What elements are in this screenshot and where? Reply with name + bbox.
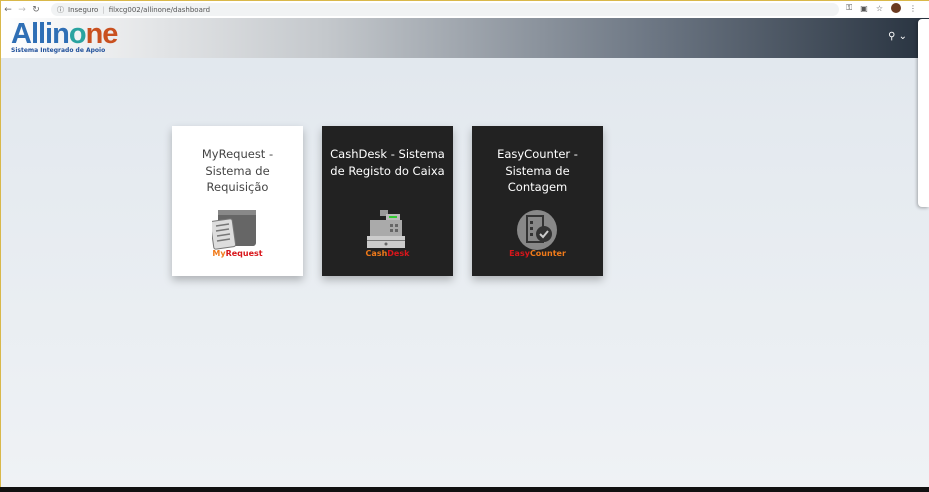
- card-easycounter[interactable]: EasyCounter - Sistema de Contagem EasyCo…: [472, 126, 603, 276]
- logo-subtitle: Sistema Integrado de Apoio: [11, 47, 106, 54]
- logo-text-3: ne: [85, 18, 119, 50]
- menu-icon[interactable]: ⋮: [909, 4, 917, 13]
- browser-toolbar: ← → ↻ ⓘ Inseguro | filxcg002/allinone/da…: [1, 1, 929, 18]
- cashdesk-logo: CashDesk: [365, 249, 410, 258]
- forward-icon[interactable]: →: [15, 5, 29, 15]
- reload-icon[interactable]: ↻: [29, 5, 43, 15]
- user-menu-button[interactable]: ⚲ ⌄: [888, 31, 907, 42]
- card-cashdesk[interactable]: CashDesk - Sistema de Registo do Caixa C…: [322, 126, 453, 276]
- security-label: Inseguro: [68, 5, 99, 14]
- info-icon[interactable]: ⓘ: [57, 5, 64, 15]
- chevron-down-icon: ⌄: [898, 31, 907, 42]
- app-header: Allinone Sistema Integrado de Apoio ⚲ ⌄: [1, 18, 929, 58]
- myrequest-logo: MyRequest: [212, 249, 263, 258]
- easycounter-logo: EasyCounter: [509, 249, 566, 258]
- key-icon[interactable]: ⚿: [846, 3, 852, 13]
- divider: |: [102, 5, 105, 14]
- star-icon[interactable]: ☆: [876, 4, 883, 13]
- app-logo[interactable]: Allinone Sistema Integrado de Apoio: [11, 18, 119, 54]
- card-title: EasyCounter - Sistema de Contagem: [497, 147, 578, 194]
- user-icon: ⚲: [888, 31, 896, 42]
- url-text[interactable]: filxcg002/allinone/dashboard: [109, 6, 210, 14]
- browser-window: ← → ↻ ⓘ Inseguro | filxcg002/allinone/da…: [0, 0, 929, 487]
- translate-icon[interactable]: ▣: [860, 4, 868, 13]
- card-title: MyRequest - Sistema de Requisição: [201, 147, 274, 194]
- card-myrequest[interactable]: MyRequest - Sistema de Requisição MyRequ…: [172, 126, 303, 276]
- profile-avatar[interactable]: [891, 3, 901, 13]
- dashboard: MyRequest - Sistema de Requisição MyRequ…: [1, 58, 929, 487]
- logo-text-1: Allin: [11, 18, 70, 50]
- logo-text-2: o: [68, 18, 87, 50]
- address-bar[interactable]: ⓘ Inseguro | filxcg002/allinone/dashboar…: [51, 3, 839, 16]
- user-dropdown-panel[interactable]: [918, 19, 929, 207]
- card-title: CashDesk - Sistema de Registo do Caixa: [330, 147, 445, 178]
- back-icon[interactable]: ←: [1, 5, 15, 15]
